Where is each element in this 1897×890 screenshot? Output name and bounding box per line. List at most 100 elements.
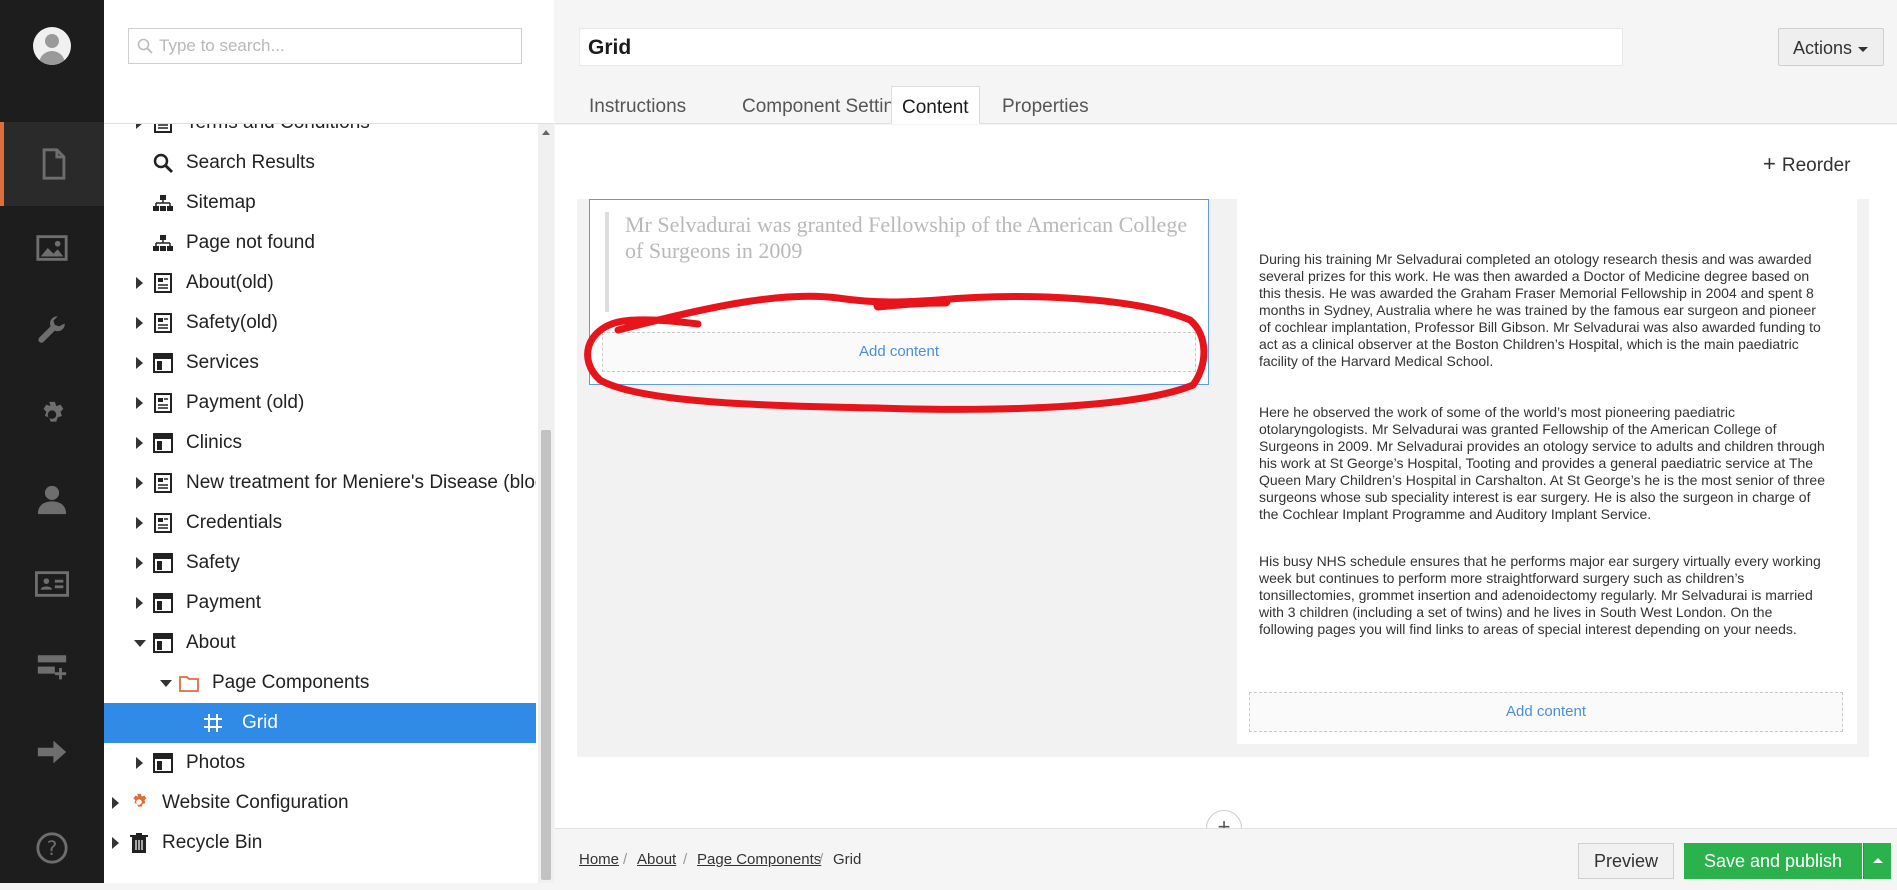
search-icon: [153, 153, 174, 174]
rich-text-paragraph: Here he observed the work of some of the…: [1259, 404, 1825, 522]
breadcrumb-about[interactable]: About: [637, 851, 676, 868]
tab-instructions[interactable]: Instructions: [579, 86, 696, 124]
id-card-icon[interactable]: [0, 542, 104, 626]
document-icon: [154, 473, 172, 493]
content-tree-panel: Terms and Conditions Search Results Site…: [104, 0, 554, 883]
expand-icon[interactable]: [136, 397, 143, 409]
page-title-input[interactable]: Grid: [579, 28, 1623, 66]
breadcrumb-separator: /: [683, 851, 688, 868]
tree-item-label: Recycle Bin: [162, 832, 263, 853]
expand-icon[interactable]: [136, 317, 143, 329]
media-section-icon[interactable]: [0, 206, 104, 290]
content-pane: + Reorder Mr Selvadurai was granted Fello…: [555, 125, 1897, 846]
collapse-icon[interactable]: [160, 680, 172, 687]
forms-icon[interactable]: [0, 626, 104, 710]
tree-item-search-results[interactable]: Search Results: [104, 143, 536, 183]
tree-item-website-configuration[interactable]: Website Configuration: [104, 783, 536, 823]
breadcrumb-separator: /: [623, 851, 628, 868]
tree-item-about-old[interactable]: About(old): [104, 263, 536, 303]
expand-icon[interactable]: [136, 557, 143, 569]
tree-item-label: Credentials: [186, 512, 283, 533]
actions-button[interactable]: Actions: [1778, 28, 1884, 66]
expand-icon[interactable]: [112, 837, 119, 849]
breadcrumb-separator: /: [819, 851, 824, 868]
gear-icon[interactable]: [0, 374, 104, 458]
tree-item-about[interactable]: About: [104, 623, 536, 663]
tab-properties[interactable]: Properties: [992, 86, 1099, 124]
document-icon: [154, 393, 172, 413]
tree-item-page-components[interactable]: Page Components: [104, 663, 536, 703]
add-content-button[interactable]: Add content: [602, 332, 1196, 372]
grid-cell-left[interactable]: Mr Selvadurai was granted Fellowship of …: [589, 199, 1209, 385]
collapse-icon[interactable]: [134, 640, 146, 647]
grid-row: Mr Selvadurai was granted Fellowship of …: [577, 199, 1869, 757]
search-box: [128, 28, 522, 64]
tree-item-label: About(old): [186, 272, 274, 293]
tree-item-label: Website Configuration: [162, 792, 349, 813]
layout-icon: [153, 553, 173, 573]
tree-item-safety[interactable]: Safety: [104, 543, 536, 583]
tree-item-credentials[interactable]: Credentials: [104, 503, 536, 543]
grid-cell-right[interactable]: During his training Mr Selvadurai comple…: [1237, 199, 1857, 744]
add-content-button[interactable]: Add content: [1249, 692, 1843, 732]
tree-item-safety-old[interactable]: Safety(old): [104, 303, 536, 343]
document-icon: [154, 313, 172, 333]
save-options-button[interactable]: [1863, 843, 1891, 879]
tree-item-label: Payment (old): [186, 392, 305, 413]
tree-item-sitemap[interactable]: Sitemap: [104, 183, 536, 223]
tree-item-payment-old[interactable]: Payment (old): [104, 383, 536, 423]
tree-scrollbar[interactable]: [538, 124, 554, 883]
expand-icon[interactable]: [136, 517, 143, 529]
expand-icon[interactable]: [136, 437, 143, 449]
avatar[interactable]: [33, 27, 71, 65]
member-icon[interactable]: [0, 458, 104, 542]
plus-icon: +: [1763, 151, 1776, 176]
rich-text-paragraph: During his training Mr Selvadurai comple…: [1259, 251, 1821, 369]
breadcrumb-page-components[interactable]: Page Components: [697, 851, 821, 868]
tree-search-bar: [104, 0, 554, 124]
tree-item-new-treatment[interactable]: New treatment for Meniere's Disease (blo…: [104, 463, 536, 503]
tree-item-label: Page Components: [212, 672, 370, 693]
wrench-icon[interactable]: [0, 290, 104, 374]
section-nav: ?: [0, 0, 104, 883]
quote-block[interactable]: Mr Selvadurai was granted Fellowship of …: [605, 212, 1195, 312]
expand-icon[interactable]: [136, 277, 143, 289]
expand-icon[interactable]: [136, 477, 143, 489]
tree-item-label: Page not found: [186, 232, 315, 253]
tree-item-label: Services: [186, 352, 259, 373]
tree-item-label: Safety(old): [186, 312, 278, 333]
tree-item-label: About: [186, 632, 236, 653]
svg-text:?: ?: [47, 837, 58, 860]
tab-content[interactable]: Content: [891, 86, 980, 124]
expand-icon[interactable]: [136, 757, 143, 769]
tree-item-label: Clinics: [186, 432, 242, 453]
content-section-icon[interactable]: [0, 122, 104, 206]
tree-item-grid[interactable]: Grid: [104, 703, 536, 743]
breadcrumb-home[interactable]: Home: [579, 851, 619, 868]
reorder-label: Reorder: [1781, 155, 1851, 176]
scrollbar-thumb[interactable]: [541, 430, 551, 880]
reorder-button[interactable]: + Reorder: [1763, 151, 1851, 177]
tree-item-page-not-found[interactable]: Page not found: [104, 223, 536, 263]
grid-icon: [204, 714, 222, 732]
layout-icon: [153, 433, 173, 453]
expand-icon[interactable]: [136, 357, 143, 369]
editor-footer: Home / About / Page Components / Grid Pr…: [555, 828, 1897, 883]
arrow-right-icon[interactable]: [0, 710, 104, 794]
search-input[interactable]: [159, 33, 509, 59]
tree-item-services[interactable]: Services: [104, 343, 536, 383]
expand-icon[interactable]: [136, 597, 143, 609]
preview-button[interactable]: Preview: [1578, 843, 1674, 879]
tree-item-photos[interactable]: Photos: [104, 743, 536, 783]
scroll-up-icon[interactable]: [542, 130, 550, 135]
help-icon[interactable]: ?: [0, 806, 104, 890]
expand-icon[interactable]: [112, 797, 119, 809]
tree-item-payment[interactable]: Payment: [104, 583, 536, 623]
layout-icon: [153, 593, 173, 613]
editor: Grid Actions Instructions Component Sett…: [555, 0, 1897, 883]
sitemap-icon: [153, 195, 173, 211]
breadcrumb-current: Grid: [833, 851, 862, 868]
tree-item-clinics[interactable]: Clinics: [104, 423, 536, 463]
tree-item-recycle-bin[interactable]: Recycle Bin: [104, 823, 536, 863]
save-and-publish-button[interactable]: Save and publish: [1684, 843, 1862, 879]
